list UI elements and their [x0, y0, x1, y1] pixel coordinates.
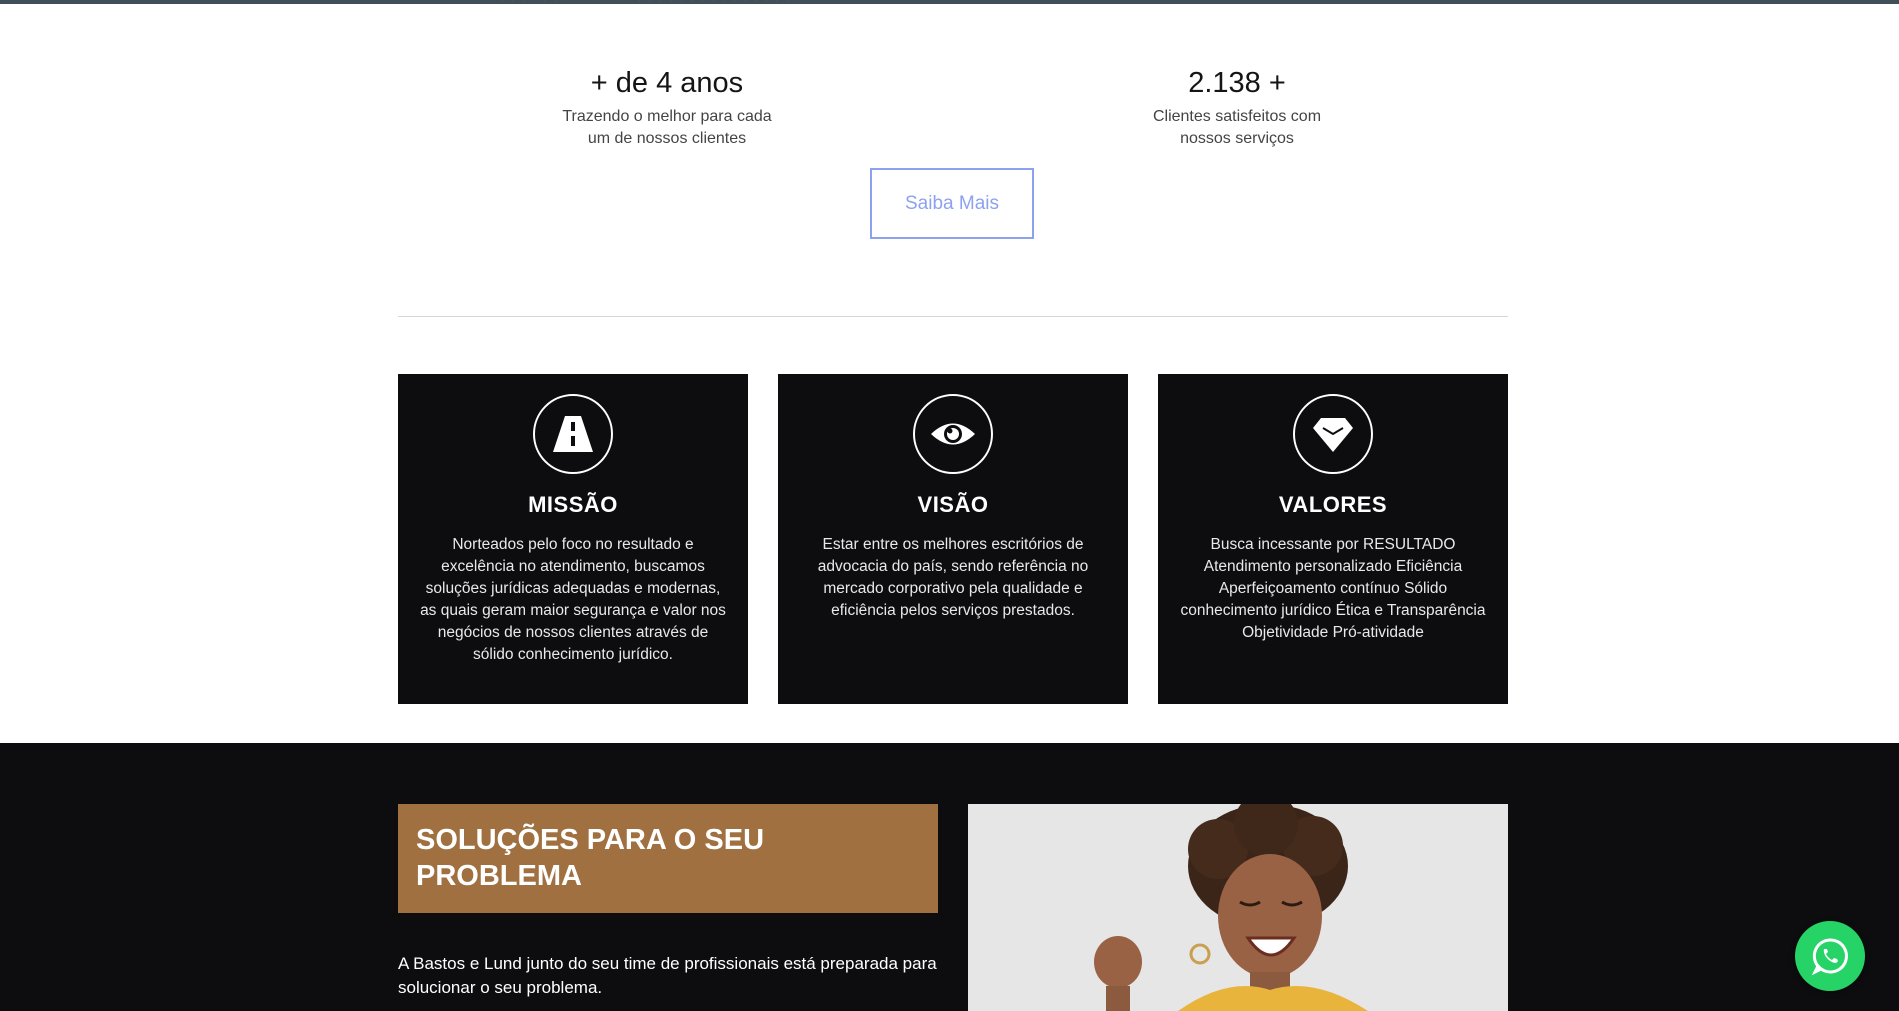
whatsapp-button[interactable]	[1795, 921, 1865, 991]
solutions-heading-box: SOLUÇÕES PARA O SEU PROBLEMA	[398, 804, 938, 913]
stat-clients: 2.138 + Clientes satisfeitos com nossos …	[1107, 62, 1367, 150]
card-text: Estar entre os melhores escritórios de a…	[817, 536, 1089, 619]
solutions-heading: SOLUÇÕES PARA O SEU PROBLEMA	[416, 824, 765, 892]
diamond-icon	[1293, 394, 1373, 474]
section-divider	[398, 316, 1508, 317]
cut-off-text-line: · · · · · · · · · · · · · · · · · · · · …	[500, 0, 1400, 5]
card-missao: MISSÃO Norteados pelo foco no resultado …	[398, 374, 748, 704]
card-title: VISÃO	[917, 492, 989, 517]
road-icon	[533, 394, 613, 474]
stat-value: + de 4 anos	[590, 67, 744, 99]
card-text: Norteados pelo foco no resultado e excel…	[420, 536, 726, 663]
stat-caption-line: Clientes satisfeitos com	[1152, 108, 1322, 125]
smiling-woman-photo	[968, 804, 1508, 1011]
stat-caption-line: um de nossos clientes	[587, 130, 747, 147]
stat-caption: Trazendo o melhor para cada um de nossos…	[537, 106, 797, 150]
stat-years: + de 4 anos Trazendo o melhor para cada …	[537, 62, 797, 150]
stat-caption-line: Trazendo o melhor para cada	[562, 108, 772, 125]
whatsapp-icon	[1811, 938, 1848, 976]
stat-caption: Clientes satisfeitos com nossos serviços	[1107, 106, 1367, 150]
eye-icon	[913, 394, 993, 474]
card-visao: VISÃO Estar entre os melhores escritório…	[778, 374, 1128, 704]
solutions-text: A Bastos e Lund junto do seu time de pro…	[398, 954, 937, 997]
stat-caption-line: nossos serviços	[1180, 130, 1294, 147]
saiba-mais-button[interactable]: Saiba Mais	[870, 168, 1034, 239]
card-valores: VALORES Busca incessante por RESULTADO A…	[1158, 374, 1508, 704]
card-title: MISSÃO	[528, 492, 618, 517]
card-title: VALORES	[1278, 492, 1388, 517]
card-text: Busca incessante por RESULTADO Atendimen…	[1180, 536, 1486, 641]
stat-value: 2.138 +	[1188, 67, 1286, 99]
